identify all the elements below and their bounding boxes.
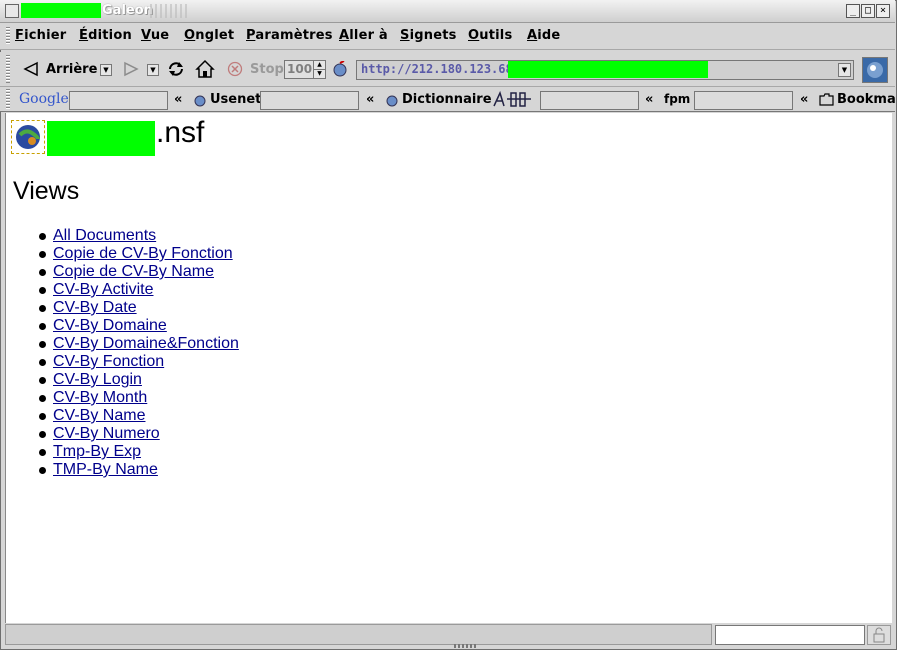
url-bar[interactable]: http://212.180.123.68/: [356, 60, 854, 80]
list-item: CV-By Login: [14, 371, 239, 389]
list-item: CV-By Domaine&Fonction: [14, 335, 239, 353]
page-title: .nsf: [156, 116, 205, 149]
title-bar[interactable]: Galeon _ □ ×: [0, 0, 895, 23]
security-lock-icon[interactable]: [867, 625, 891, 645]
dictionnaire-chevron[interactable]: «: [645, 92, 653, 107]
view-link-copie-cv-by-fonction[interactable]: Copie de CV-By Fonction: [53, 245, 233, 262]
database-icon: [11, 120, 45, 154]
menu-aller-a[interactable]: Aller à: [339, 28, 388, 43]
view-link-tmp-by-exp[interactable]: Tmp-By Exp: [53, 443, 141, 460]
view-link-cv-by-month[interactable]: CV-By Month: [53, 389, 147, 406]
back-history-dropdown[interactable]: ▼: [100, 64, 112, 76]
dictionary-logo-icon: [493, 90, 531, 107]
menu-aide[interactable]: Aide: [527, 28, 560, 43]
list-item: CV-By Name: [14, 407, 239, 425]
menu-vue[interactable]: Vue: [141, 28, 169, 43]
usenet-search-field[interactable]: [260, 91, 359, 110]
list-item: CV-By Activite: [14, 281, 239, 299]
menu-onglet[interactable]: Onglet: [184, 28, 234, 43]
fpm-search-field[interactable]: [694, 91, 793, 110]
view-link-cv-by-domaine[interactable]: CV-By Domaine: [53, 317, 167, 334]
title-redaction: [21, 3, 101, 18]
title-redaction-block: [47, 121, 155, 156]
zoom-down-button[interactable]: ▼: [313, 69, 326, 79]
bookmarks-folder[interactable]: Bookma: [837, 92, 896, 107]
window-menu-icon[interactable]: [5, 4, 19, 18]
view-link-cv-by-numero[interactable]: CV-By Numero: [53, 425, 160, 442]
status-bar: [5, 624, 712, 645]
url-text[interactable]: http://212.180.123.68/: [361, 62, 520, 76]
view-link-all-documents[interactable]: All Documents: [53, 227, 156, 244]
reload-icon[interactable]: [166, 60, 186, 78]
menu-edition[interactable]: Édition: [79, 28, 132, 43]
back-button[interactable]: Arrière: [46, 62, 97, 77]
usenet-favicon-icon: [194, 95, 206, 107]
menu-fichier[interactable]: Fichier: [15, 28, 66, 43]
stop-icon[interactable]: [227, 61, 243, 77]
list-item: All Documents: [14, 227, 239, 245]
view-link-cv-by-activite[interactable]: CV-By Activite: [53, 281, 153, 298]
list-item: Copie de CV-By Fonction: [14, 245, 239, 263]
view-link-cv-by-fonction[interactable]: CV-By Fonction: [53, 353, 164, 370]
url-redaction: [508, 61, 708, 78]
list-item: CV-By Fonction: [14, 353, 239, 371]
fpm-chevron[interactable]: «: [800, 92, 808, 107]
maximize-button[interactable]: □: [861, 4, 875, 18]
dictionnaire-favicon-icon: [386, 95, 398, 107]
bookmarks-grip[interactable]: [6, 89, 10, 109]
stop-button[interactable]: Stop: [250, 62, 284, 77]
list-item: TMP-By Name: [14, 461, 239, 479]
title-decoration: [150, 4, 190, 18]
google-logo: Google: [19, 91, 69, 107]
list-item: CV-By Month: [14, 389, 239, 407]
dictionnaire-bookmark[interactable]: Dictionnaire: [402, 92, 492, 107]
usenet-bookmark[interactable]: Usenet: [210, 92, 261, 107]
resize-grip[interactable]: [454, 644, 476, 648]
site-favicon-icon: [333, 61, 347, 77]
menu-signets[interactable]: Signets: [400, 28, 457, 43]
google-chevron[interactable]: «: [174, 92, 182, 107]
view-link-cv-by-login[interactable]: CV-By Login: [53, 371, 142, 388]
toolbar-grip[interactable]: [6, 55, 10, 83]
folder-icon: [819, 93, 834, 106]
menu-bar: Fichier Édition Vue Onglet Paramètres Al…: [0, 23, 895, 50]
menu-outils[interactable]: Outils: [468, 28, 512, 43]
close-button[interactable]: ×: [876, 4, 890, 18]
menubar-grip[interactable]: [6, 27, 10, 45]
views-list: All Documents Copie de CV-By Fonction Co…: [14, 227, 239, 479]
list-item: CV-By Date: [14, 299, 239, 317]
fpm-logo: fpm: [664, 92, 691, 106]
forward-arrow-icon[interactable]: [122, 61, 140, 77]
list-item: CV-By Domaine: [14, 317, 239, 335]
url-history-dropdown[interactable]: ▼: [838, 63, 851, 77]
back-arrow-icon[interactable]: [22, 61, 40, 77]
menu-parametres[interactable]: Paramètres: [246, 28, 333, 43]
section-heading: Views: [13, 177, 80, 205]
minimize-button[interactable]: _: [846, 4, 860, 18]
list-item: CV-By Numero: [14, 425, 239, 443]
view-link-cv-by-name[interactable]: CV-By Name: [53, 407, 145, 424]
dictionnaire-search-field[interactable]: [540, 91, 639, 110]
view-link-cv-by-domaine-fonction[interactable]: CV-By Domaine&Fonction: [53, 335, 239, 352]
window-title: Galeon: [102, 3, 153, 18]
google-search-field[interactable]: [69, 91, 168, 110]
list-item: Tmp-By Exp: [14, 443, 239, 461]
home-icon[interactable]: [195, 59, 215, 79]
usenet-chevron[interactable]: «: [366, 92, 374, 107]
list-item: Copie de CV-By Name: [14, 263, 239, 281]
view-link-tmp-by-name[interactable]: TMP-By Name: [53, 461, 158, 478]
status-progress-field: [715, 625, 865, 645]
forward-history-dropdown[interactable]: ▼: [147, 64, 159, 76]
view-link-cv-by-date[interactable]: CV-By Date: [53, 299, 137, 316]
throbber-icon[interactable]: [862, 57, 888, 83]
view-link-copie-cv-by-name[interactable]: Copie de CV-By Name: [53, 263, 214, 280]
